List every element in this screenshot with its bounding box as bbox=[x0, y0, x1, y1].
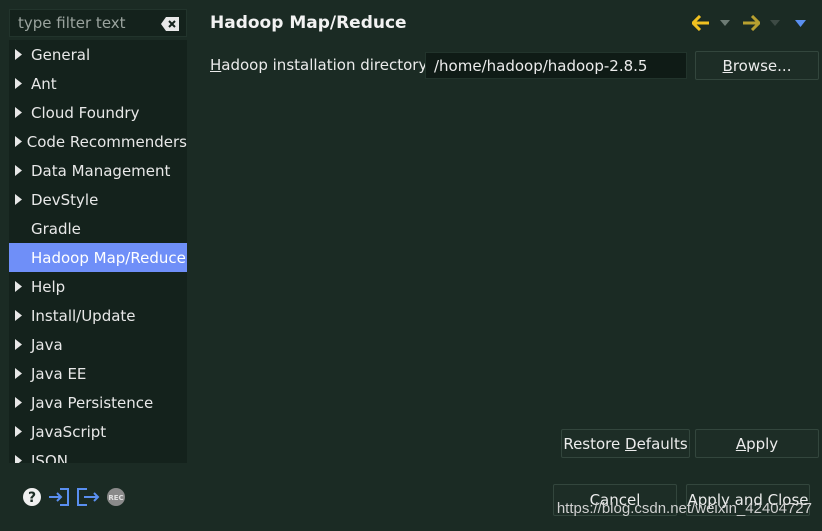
tree-item-label: Help bbox=[31, 277, 66, 296]
expand-triangle-icon[interactable] bbox=[15, 426, 31, 437]
tree-item-label: JSON bbox=[31, 451, 68, 464]
hadoop-dir-label: Hadoop installation directory: bbox=[210, 56, 432, 74]
tree-item-data-management[interactable]: Data Management bbox=[9, 156, 187, 185]
expand-triangle-icon[interactable] bbox=[15, 49, 31, 60]
clear-filter-icon[interactable] bbox=[160, 16, 180, 32]
expand-triangle-icon[interactable] bbox=[15, 339, 31, 350]
tree-item-gradle[interactable]: Gradle bbox=[9, 214, 187, 243]
tree-item-install-update[interactable]: Install/Update bbox=[9, 301, 187, 330]
expand-triangle-icon[interactable] bbox=[15, 368, 31, 379]
tree-item-code-recommenders[interactable]: Code Recommenders bbox=[9, 127, 187, 156]
watermark-text: https://blog.csdn.net/weixin_42404727 bbox=[556, 500, 812, 517]
tree-item-label: JavaScript bbox=[31, 422, 107, 441]
help-icon[interactable]: ? bbox=[22, 487, 42, 507]
expand-triangle-icon[interactable] bbox=[15, 455, 31, 463]
tree-item-label: Install/Update bbox=[31, 306, 136, 325]
import-icon[interactable] bbox=[48, 487, 70, 507]
tree-item-javascript[interactable]: JavaScript bbox=[9, 417, 187, 446]
export-icon[interactable] bbox=[76, 487, 100, 507]
svg-text:?: ? bbox=[28, 490, 36, 506]
expand-triangle-icon[interactable] bbox=[15, 136, 27, 147]
expand-triangle-icon[interactable] bbox=[15, 165, 31, 176]
tree-item-label: Cloud Foundry bbox=[31, 103, 140, 122]
tree-item-help[interactable]: Help bbox=[9, 272, 187, 301]
tree-item-java-ee[interactable]: Java EE bbox=[9, 359, 187, 388]
preferences-tree: General Ant Cloud Foundry Code Recommenders… bbox=[9, 40, 187, 463]
bottom-toolbar: ? REC bbox=[22, 487, 126, 507]
back-arrow-icon[interactable] bbox=[692, 13, 710, 33]
back-dropdown-icon[interactable] bbox=[720, 13, 730, 33]
expand-triangle-icon[interactable] bbox=[15, 107, 31, 118]
hadoop-dir-input[interactable] bbox=[425, 52, 687, 79]
tree-item-label: Java EE bbox=[31, 364, 87, 383]
tree-item-cloud-foundry[interactable]: Cloud Foundry bbox=[9, 98, 187, 127]
tree-item-label: DevStyle bbox=[31, 190, 99, 209]
tree-item-label: Data Management bbox=[31, 161, 171, 180]
record-icon[interactable]: REC bbox=[106, 487, 126, 507]
expand-triangle-icon[interactable] bbox=[15, 78, 31, 89]
tree-item-label: Java Persistence bbox=[31, 393, 154, 412]
expand-triangle-icon[interactable] bbox=[15, 281, 31, 292]
forward-arrow-icon[interactable] bbox=[742, 13, 760, 33]
restore-defaults-button[interactable]: Restore Defaults bbox=[561, 429, 690, 458]
tree-item-label: Code Recommenders bbox=[26, 132, 187, 151]
apply-button[interactable]: Apply bbox=[695, 429, 819, 458]
tree-item-json[interactable]: JSON bbox=[9, 446, 187, 463]
tree-item-label: Java bbox=[31, 335, 63, 354]
svg-text:REC: REC bbox=[108, 494, 123, 502]
tree-item-devstyle[interactable]: DevStyle bbox=[9, 185, 187, 214]
forward-dropdown-icon[interactable] bbox=[770, 13, 780, 33]
tree-item-label: General bbox=[31, 45, 91, 64]
tree-item-ant[interactable]: Ant bbox=[9, 69, 187, 98]
tree-item-java-persistence[interactable]: Java Persistence bbox=[9, 388, 187, 417]
tree-item-label: Hadoop Map/Reduce bbox=[31, 248, 186, 267]
expand-triangle-icon[interactable] bbox=[15, 194, 31, 205]
tree-item-label: Ant bbox=[31, 74, 57, 93]
tree-item-java[interactable]: Java bbox=[9, 330, 187, 359]
tree-item-label: Gradle bbox=[31, 219, 81, 238]
filter-box bbox=[9, 9, 187, 37]
expand-triangle-icon[interactable] bbox=[15, 397, 31, 408]
browse-button[interactable]: Browse... bbox=[695, 51, 819, 80]
tree-item-hadoop-map-reduce[interactable]: Hadoop Map/Reduce bbox=[9, 243, 187, 272]
tree-item-general[interactable]: General bbox=[9, 40, 187, 69]
page-title: Hadoop Map/Reduce bbox=[210, 13, 407, 33]
view-menu-icon[interactable] bbox=[795, 13, 806, 33]
expand-triangle-icon[interactable] bbox=[15, 310, 31, 321]
